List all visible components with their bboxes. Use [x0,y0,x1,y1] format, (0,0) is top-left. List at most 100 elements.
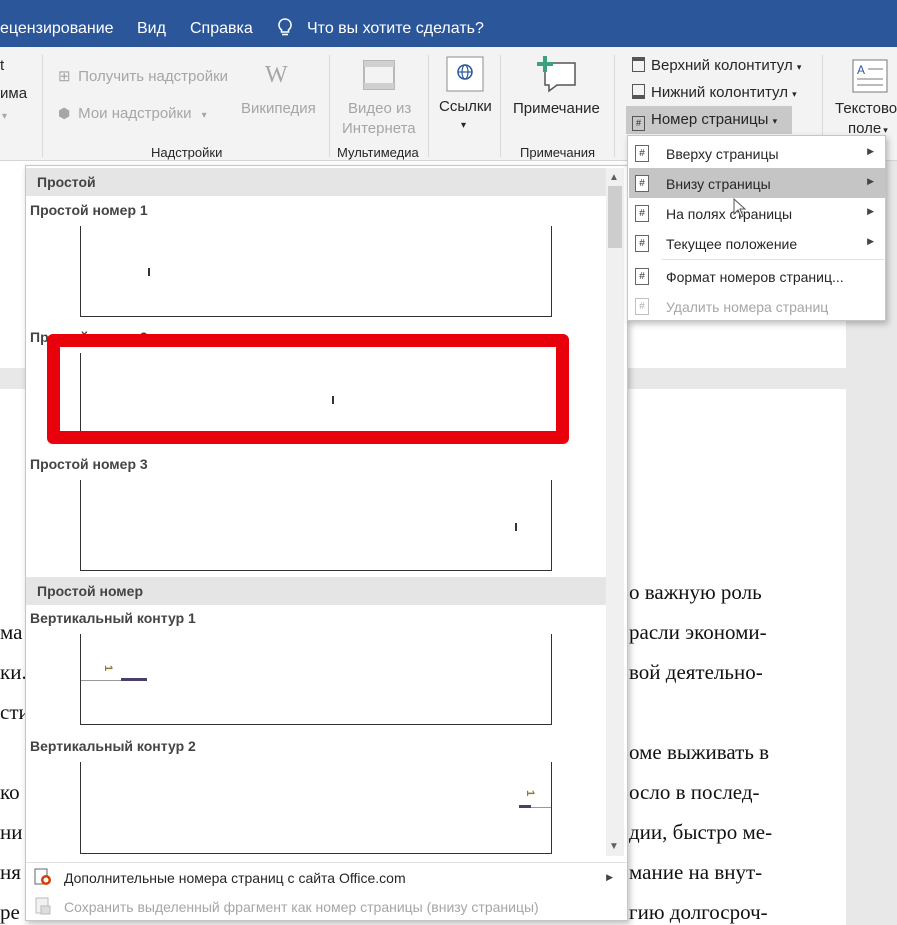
tab-view[interactable]: Вид [137,20,166,38]
header-icon [632,57,645,72]
contour-number: 1 [102,664,115,672]
wikipedia-button[interactable]: Википедия [241,100,316,117]
menu-item-bottom-of-page[interactable]: # Внизу страницы ▶ [629,168,886,198]
video-icon [363,60,395,90]
doc-text-line: оме выживать в [629,740,770,764]
gallery-item-title: Простой номер 1 [30,202,148,218]
textbox-label-1[interactable]: Текстово [835,100,897,117]
header-button[interactable]: Верхний колонтитул ▾ [632,57,801,74]
gallery-item-plain-number-3[interactable] [80,480,552,571]
chevron-down-icon: ▾ [796,62,802,72]
chevron-down-icon: ▾ [2,111,8,122]
current-position-icon: # [635,235,649,252]
gallery-item-plain-number-1[interactable] [80,226,552,317]
highlight-annotation-box [47,334,569,444]
ribbon-separator [329,55,330,157]
save-selection-label: Сохранить выделенный фрагмент как номер … [64,899,539,915]
more-page-numbers-label: Дополнительные номера страниц с сайта Of… [64,870,406,886]
page-number-button[interactable]: # Номер страницы ▾ [626,106,792,134]
get-addins-label: Получить надстройки [78,68,229,85]
gallery-item-title: Вертикальный контур 2 [30,738,196,754]
links-button[interactable]: Ссылки [439,98,492,115]
gallery-scrollbar[interactable]: ▲ ▼ [606,168,624,856]
group-addins-label: Надстройки [151,145,223,160]
chevron-down-icon: ▾ [792,89,797,99]
menu-item-label: На полях страницы [666,206,793,222]
doc-text-fragment: ма [0,620,23,644]
get-addins-button[interactable]: ⊞ Получить надстройки [58,67,228,85]
submenu-arrow-icon: ▶ [867,146,874,156]
submenu-arrow-icon: ▶ [867,236,874,246]
tell-me-search[interactable]: Что вы хотите сделать? [307,20,484,38]
contour-bar [121,678,147,681]
scroll-thumb[interactable] [608,186,622,248]
menu-item-label: Формат номеров страниц... [666,269,844,285]
footer-button[interactable]: Нижний колонтитул ▾ [632,84,797,101]
tab-review[interactable]: ецензирование [0,20,114,38]
textbox-icon: A [852,59,888,93]
group-comments-label: Примечания [520,145,596,160]
page-top-icon: # [635,145,649,162]
menu-item-format-page-numbers[interactable]: # Формат номеров страниц... [629,261,886,291]
doc-text-line: гию долгосроч- [629,900,768,924]
header-label: Верхний колонтитул [651,57,793,74]
svg-text:A: A [857,63,865,77]
chevron-down-icon: ▾ [201,110,207,121]
footer-icon [632,84,645,99]
contour-number: 1 [523,789,536,797]
online-video-label-1[interactable]: Видео из [348,100,411,117]
remove-numbers-icon: # [635,298,649,315]
gallery-item-vertical-contour-1[interactable]: 1 [80,634,552,725]
page-number-mark [148,268,150,276]
ribbon-cut-label-2: има [0,85,28,102]
group-media-label: Мультимедиа [337,145,419,160]
my-addins-label: Мои надстройки [78,105,192,122]
mouse-cursor-icon [733,198,747,218]
ribbon-separator [428,55,429,157]
page-number-icon: # [632,116,645,131]
doc-text-fragment: ки. [0,660,27,684]
page-number-label: Номер страницы [651,111,769,128]
contour-line [531,807,551,808]
chevron-down-icon: ▾ [772,116,778,126]
menu-item-current-position[interactable]: # Текущее положение ▶ [629,228,886,258]
online-video-label-2[interactable]: Интернета [342,120,416,137]
comment-button[interactable]: Примечание [513,100,600,117]
doc-text-fragment: ко [0,780,20,804]
link-globe-icon [446,56,484,92]
submenu-arrow-icon: ▶ [867,176,874,186]
scroll-down-arrow-icon[interactable]: ▼ [609,841,619,852]
gallery-item-title: Вертикальный контур 1 [30,610,196,626]
ribbon-separator [500,55,501,157]
gallery-item-vertical-contour-2[interactable]: 1 [80,762,552,854]
menu-item-label: Текущее положение [666,236,798,252]
menu-divider [662,259,884,260]
page-number-gallery: Простой Простой номер 1 Простой номер 2 … [25,165,628,921]
save-selection-icon [35,897,51,915]
chevron-down-icon: ▾ [461,120,467,131]
ribbon-cut-label-1: t [0,57,5,74]
menu-item-label: Удалить номера страниц [666,299,829,315]
ribbon-separator [614,55,615,157]
wikipedia-icon: W [265,62,288,88]
contour-bar [519,805,531,808]
more-page-numbers-item[interactable]: Дополнительные номера страниц с сайта Of… [26,862,627,892]
menu-item-page-margins[interactable]: # На полях страницы ▶ [629,198,886,228]
menu-item-top-of-page[interactable]: # Вверху страницы ▶ [629,138,886,168]
scroll-up-arrow-icon[interactable]: ▲ [609,172,619,183]
doc-text-line: дии, быстро ме- [629,820,773,844]
menu-item-label: Вверху страницы [666,146,779,162]
my-addins-button[interactable]: ⬢ Мои надстройки ▾ [58,105,207,122]
doc-text-line: осло в послед- [629,780,760,804]
comment-add-icon [537,56,576,93]
doc-text-fragment: ре [0,900,20,924]
doc-text-line: мание на внут- [629,860,763,884]
ribbon-separator [42,55,43,157]
page-bottom-icon: # [635,175,649,192]
doc-text-fragment: ня [0,860,21,884]
menu-item-remove-page-numbers: # Удалить номера страниц [629,291,886,321]
tab-help[interactable]: Справка [190,20,253,38]
save-selection-item: Сохранить выделенный фрагмент как номер … [26,892,627,920]
menu-item-label: Внизу страницы [666,176,771,192]
chevron-down-icon: ▾ [883,125,888,135]
